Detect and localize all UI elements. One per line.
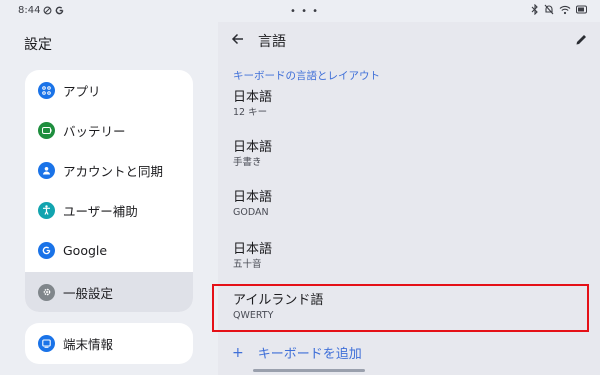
add-keyboard-label: キーボードを追加 bbox=[257, 347, 362, 362]
google-icon bbox=[38, 241, 55, 259]
keyboard-language: 日本語 bbox=[233, 90, 273, 105]
silent-bell-icon bbox=[544, 4, 554, 15]
menu-item-apps[interactable]: アプリ bbox=[25, 70, 193, 110]
device-info-card: 端末情報 bbox=[25, 323, 193, 364]
status-bar: 8:44 • • • bbox=[0, 0, 600, 22]
window-handle[interactable]: • • • bbox=[290, 6, 319, 17]
keyboard-language: 日本語 bbox=[233, 140, 273, 155]
menu-item-device-info[interactable]: 端末情報 bbox=[25, 323, 193, 364]
add-keyboard-button[interactable]: + キーボードを追加 bbox=[232, 343, 362, 363]
dnd-status-icon bbox=[44, 6, 52, 15]
menu-label: バッテリー bbox=[63, 123, 126, 139]
apps-icon bbox=[38, 81, 55, 99]
menu-label: ユーザー補助 bbox=[63, 203, 138, 219]
status-icons bbox=[531, 4, 588, 15]
gesture-handle[interactable] bbox=[253, 369, 365, 372]
keyboard-layout: 12 キー bbox=[233, 107, 268, 118]
wifi-icon bbox=[559, 5, 571, 14]
menu-item-accessibility[interactable]: ユーザー補助 bbox=[25, 190, 193, 230]
keyboard-item-japanese-gojuon[interactable]: 日本語 五十音 bbox=[233, 242, 573, 271]
highlight-annotation bbox=[212, 284, 589, 332]
settings-title: 設定 bbox=[24, 37, 52, 53]
page-title: 言語 bbox=[258, 34, 286, 50]
keyboard-item-japanese-godan[interactable]: 日本語 GODAN bbox=[233, 190, 573, 219]
battery-icon bbox=[38, 121, 55, 139]
plus-icon: + bbox=[232, 344, 244, 361]
device-info-icon bbox=[38, 335, 55, 352]
back-arrow-icon[interactable] bbox=[231, 32, 245, 46]
menu-item-google[interactable]: Google bbox=[25, 230, 193, 270]
menu-label: アプリ bbox=[63, 83, 101, 99]
settings-sidebar: 設定 アプリ バッテリー アカウントと同期 ユーザー補助 Google 一般設定… bbox=[0, 22, 216, 375]
accessibility-icon bbox=[38, 201, 55, 219]
menu-label: 端末情報 bbox=[63, 337, 114, 352]
status-left: 8:44 bbox=[18, 5, 64, 16]
menu-label: Google bbox=[63, 242, 108, 258]
keyboard-language: 日本語 bbox=[233, 190, 273, 205]
google-status-icon bbox=[56, 6, 64, 15]
menu-item-general-settings[interactable]: 一般設定 bbox=[25, 272, 193, 312]
keyboard-section-header: キーボードの言語とレイアウト bbox=[233, 70, 380, 82]
menu-item-battery[interactable]: バッテリー bbox=[25, 110, 193, 150]
keyboard-layout: 手書き bbox=[233, 157, 262, 168]
gear-icon bbox=[38, 283, 55, 301]
app-bar: 言語 bbox=[218, 22, 600, 60]
keyboard-language: 日本語 bbox=[233, 242, 273, 257]
battery-status-icon bbox=[576, 5, 587, 14]
status-time: 8:44 bbox=[18, 5, 41, 16]
account-icon bbox=[38, 161, 55, 179]
keyboard-item-japanese-handwriting[interactable]: 日本語 手書き bbox=[233, 140, 573, 169]
keyboard-layout: 五十音 bbox=[233, 259, 262, 270]
keyboard-layout: GODAN bbox=[233, 207, 269, 218]
language-panel: 言語 キーボードの言語とレイアウト 日本語 12 キー 日本語 手書き 日本語 … bbox=[212, 22, 600, 375]
settings-menu-card: アプリ バッテリー アカウントと同期 ユーザー補助 Google 一般設定 bbox=[25, 70, 193, 312]
edit-pencil-icon[interactable] bbox=[575, 33, 588, 46]
menu-label: アカウントと同期 bbox=[63, 163, 164, 179]
keyboard-item-japanese-12key[interactable]: 日本語 12 キー bbox=[233, 90, 573, 119]
menu-item-accounts[interactable]: アカウントと同期 bbox=[25, 150, 193, 190]
menu-label: 一般設定 bbox=[63, 285, 114, 301]
bluetooth-icon bbox=[531, 4, 538, 15]
